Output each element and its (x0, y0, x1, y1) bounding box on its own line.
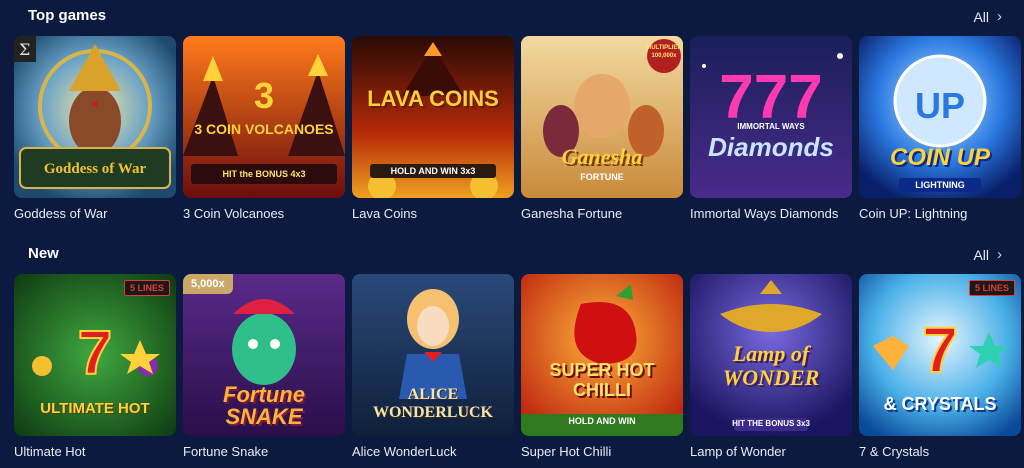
game-name: Fortune Snake (183, 444, 269, 459)
game-name: Lamp of Wonder (690, 444, 786, 459)
game-card-goddess-of-war[interactable]: Σ Goddess of War Goddess of War (14, 36, 176, 221)
view-all-label: All (973, 246, 989, 263)
game-thumbnail: 777 IMMORTAL WAYS Diamonds (690, 36, 852, 198)
chevron-right-icon: › (997, 246, 1002, 263)
svg-text:7: 7 (78, 319, 112, 388)
view-all-label: All (973, 8, 989, 25)
game-art-subtitle: HIT THE BONUS 3x3 (732, 419, 810, 428)
game-art-title: Diamonds (708, 132, 834, 162)
game-card-lava-coins[interactable]: LAVA COINS HOLD AND WIN 3x3 Lava Coins (352, 36, 514, 221)
game-thumbnail: MULTIPLIER 100,000x Ganesha FORTUNE (521, 36, 683, 198)
game-name: Coin UP: Lightning (859, 206, 968, 221)
top-games-section: Top games All › Σ Goddess of War Goddess… (0, 0, 1024, 221)
game-art-subtitle: HOLD AND WIN (568, 416, 636, 426)
view-all-new-games-link[interactable]: All › (973, 246, 1002, 263)
game-art-title: Lamp of WONDER (722, 341, 820, 390)
game-art-title: 3 COIN VOLCANOES (194, 121, 334, 137)
section-title: New (28, 245, 59, 262)
lines-badge: 5 LINES (968, 280, 1015, 296)
game-name: Ultimate Hot (14, 444, 86, 459)
game-art-subtitle: HIT the BONUS 4x3 (222, 169, 306, 179)
game-name: 3 Coin Volcanoes (183, 206, 285, 221)
svg-text:UP: UP (915, 85, 965, 126)
lines-badge: 5 LINES (123, 280, 170, 296)
game-card-super-hot-chilli[interactable]: SUPER HOT CHILLI HOLD AND WIN Super Hot … (521, 274, 683, 459)
section-title: Top games (28, 7, 107, 24)
section-header: Top games All › (0, 0, 1024, 34)
game-art-title: ALICE WONDERLUCK (372, 386, 493, 421)
game-art-subtitle: IMMORTAL WAYS (737, 122, 805, 131)
game-row: 7 5 LINES ULTIMATE HOT Ultimate Hot 5,00… (14, 274, 1021, 459)
game-art-subtitle: LIGHTNING (915, 180, 965, 190)
game-thumbnail: 7 5 LINES ULTIMATE HOT (14, 274, 176, 436)
view-all-top-games-link[interactable]: All › (973, 8, 1002, 25)
game-card-7-crystals[interactable]: 7 5 LINES & CRYSTALS 7 & Crystals (859, 274, 1021, 459)
game-row: Σ Goddess of War Goddess of War 3 3 COIN… (14, 36, 1021, 221)
game-art-title: COIN UP (889, 144, 990, 171)
game-card-3-coin-volcanoes[interactable]: 3 3 COIN VOLCANOES HIT the BONUS 4x3 3 C… (183, 36, 345, 221)
game-name: Goddess of War (14, 206, 108, 221)
game-name: Alice WonderLuck (352, 444, 457, 459)
svg-text:3: 3 (254, 75, 274, 116)
game-name: Immortal Ways Diamonds (690, 206, 839, 221)
game-card-alice-wonderluck[interactable]: ALICE WONDERLUCK Alice WonderLuck (352, 274, 514, 459)
game-card-lamp-of-wonder[interactable]: Lamp of WONDER HIT THE BONUS 3x3 Lamp of… (690, 274, 852, 459)
game-name: Lava Coins (352, 206, 418, 221)
game-art-title: LAVA COINS (367, 86, 499, 111)
game-thumbnail: 7 5 LINES & CRYSTALS (859, 274, 1021, 436)
game-thumbnail: ALICE WONDERLUCK (352, 274, 514, 436)
game-card-fortune-snake[interactable]: 5,000x Fortune SNAKE Fortune Snake (183, 274, 345, 459)
game-thumbnail: Lamp of WONDER HIT THE BONUS 3x3 (690, 274, 852, 436)
game-thumbnail: LAVA COINS HOLD AND WIN 3x3 (352, 36, 514, 198)
game-art-title: Fortune SNAKE (223, 382, 305, 429)
game-name: Ganesha Fortune (521, 206, 623, 221)
game-art-title: ULTIMATE HOT (40, 400, 150, 417)
new-games-section: New All › 7 5 LINES ULTIMATE HOT Ultimat… (0, 238, 1024, 459)
game-card-coin-up-lightning[interactable]: UP COIN UP LIGHTNING Coin UP: Lightning (859, 36, 1021, 221)
game-name: Super Hot Chilli (521, 444, 612, 459)
multiplier-badge: MULTIPLIER 100,000x (646, 45, 682, 59)
game-art-subtitle: HOLD AND WIN 3x3 (370, 164, 496, 178)
game-name: 7 & Crystals (859, 444, 930, 459)
section-header: New All › (0, 238, 1024, 272)
game-art-title: Ganesha (561, 144, 643, 169)
game-thumbnail: 5,000x Fortune SNAKE (183, 274, 345, 436)
svg-text:7: 7 (922, 314, 958, 386)
svg-text:Σ: Σ (19, 40, 30, 59)
game-thumbnail: 3 3 COIN VOLCANOES HIT the BONUS 4x3 (183, 36, 345, 198)
game-card-ultimate-hot[interactable]: 7 5 LINES ULTIMATE HOT Ultimate Hot (14, 274, 176, 459)
game-thumbnail: UP COIN UP LIGHTNING (859, 36, 1021, 198)
game-art-title: & CRYSTALS (883, 394, 997, 414)
game-thumbnail: SUPER HOT CHILLI HOLD AND WIN (521, 274, 683, 436)
chevron-right-icon: › (997, 8, 1002, 25)
multiplier-badge: 5,000x (183, 274, 233, 294)
game-card-immortal-ways-diamonds[interactable]: 777 IMMORTAL WAYS Diamonds Immortal Ways… (690, 36, 852, 221)
game-card-ganesha-fortune[interactable]: MULTIPLIER 100,000x Ganesha FORTUNE Gane… (521, 36, 683, 221)
game-art-subtitle: FORTUNE (580, 172, 624, 182)
game-art-title: SUPER HOT CHILLI (549, 360, 655, 400)
game-thumbnail: Σ Goddess of War (14, 36, 176, 198)
